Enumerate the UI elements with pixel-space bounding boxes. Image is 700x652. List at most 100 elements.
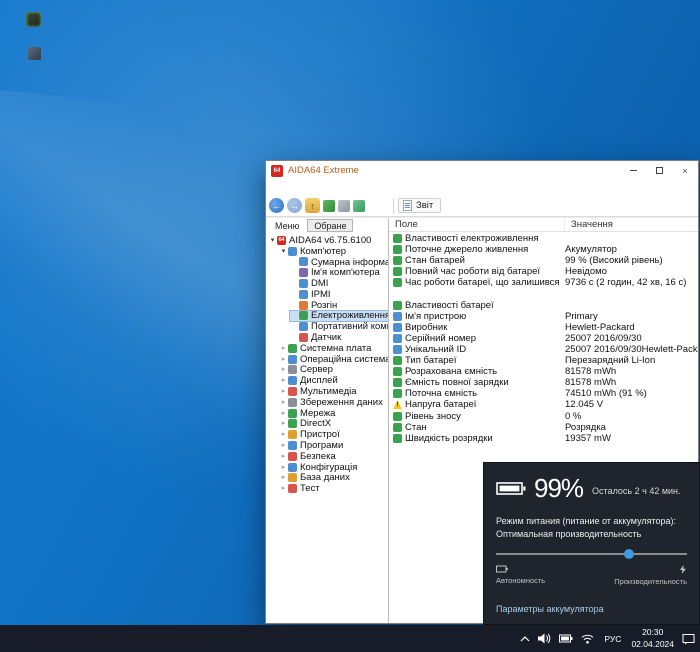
tree-item[interactable]: ▸ Мережа [279, 408, 338, 419]
maximize-button[interactable] [646, 161, 672, 180]
field-label: Властивості батареї [405, 300, 494, 311]
table-row[interactable]: Поточна ємність 74510 mWh (91 %) [389, 388, 698, 399]
tree-item[interactable]: ▾ Комп'ютер [279, 246, 349, 257]
tree-item[interactable]: Датчик [290, 332, 344, 343]
tree-item-label: Системна плата [300, 343, 371, 354]
tree-item[interactable]: ▸ Конфігурація [279, 462, 360, 473]
table-row[interactable]: Стан Розрядка [389, 422, 698, 433]
power-mode-label: Режим питания (питание от аккумулятора): [496, 516, 687, 526]
value-text: 19357 mW [565, 433, 698, 444]
table-row[interactable]: Повний час роботи від батареї Невідомо [389, 266, 698, 277]
value-text: 9736 с (2 годин, 42 хв, 16 с) [565, 277, 698, 288]
table-row[interactable]: Властивості батареї [389, 300, 698, 311]
tree-item[interactable]: ▸ База даних [279, 473, 353, 484]
report-document-icon [403, 200, 412, 211]
network-icon[interactable] [581, 634, 594, 644]
tree-item[interactable]: ▸ DirectX [279, 419, 334, 430]
tree-item[interactable]: ▸ Безпека [279, 451, 339, 462]
slider-track[interactable] [496, 553, 687, 555]
table-row[interactable] [389, 288, 698, 299]
value-text: 0 % [565, 411, 698, 422]
desktop-icon-1[interactable] [26, 12, 41, 27]
tree-item[interactable]: ▸ Системна плата [279, 343, 374, 354]
table-row[interactable]: Тип батареї Перезарядний Li-Ion [389, 355, 698, 366]
tree-item[interactable]: DMI [290, 278, 331, 289]
portable-computer-icon [299, 322, 308, 331]
table-row[interactable]: Ємність повної зарядки 81578 mWh [389, 377, 698, 388]
minimize-button[interactable] [620, 161, 646, 180]
forward-icon[interactable]: → [287, 198, 302, 213]
column-header-value[interactable]: Значення [565, 219, 698, 230]
tree-item-label: Розгін [311, 300, 337, 311]
value-text: 99 % (Високий рівень) [565, 255, 698, 266]
tree-item[interactable]: ▾ AIDA64 v6.75.6100 [268, 235, 374, 246]
tree-item[interactable]: Ім'я комп'ютера [290, 267, 383, 278]
column-header-field[interactable]: Поле [389, 218, 565, 231]
field-label: Стан [405, 422, 427, 433]
tree-item[interactable]: Портативний комп'ютер [290, 321, 388, 332]
table-row[interactable]: Стан батарей 99 % (Високий рівень) [389, 255, 698, 266]
battery-remaining-text: Осталось 2 ч 42 мин. [592, 486, 680, 496]
table-row[interactable]: Поточне джерело живлення Акумулятор [389, 244, 698, 255]
tree-item[interactable]: Електроживлення [290, 311, 388, 322]
language-indicator[interactable]: РУС [602, 634, 623, 644]
tree-item-label: Безпека [300, 451, 336, 462]
desktop-icon-2[interactable] [28, 47, 41, 60]
slider-left-label: Автономность [496, 576, 545, 585]
tree-item[interactable]: ▸ Програми [279, 440, 346, 451]
report-wizard-icon[interactable] [353, 200, 365, 212]
table-row[interactable]: Розрахована ємність 81578 mWh [389, 366, 698, 377]
table-row[interactable]: Швидкість розрядки 19357 mW [389, 433, 698, 444]
field-label: Серійний номер [405, 333, 476, 344]
table-row[interactable]: Унікальний ID 25007 2016/09/30Hewlett-Pa… [389, 344, 698, 355]
value-text: Акумулятор [565, 244, 698, 255]
table-row[interactable]: Виробник Hewlett-Packard [389, 322, 698, 333]
value-text: 81578 mWh [565, 377, 698, 388]
power-icon [299, 311, 308, 320]
aida64-app-icon: 64 [271, 165, 283, 177]
discharge-rate-icon [393, 434, 402, 443]
table-row[interactable]: Рівень зносу 0 % [389, 411, 698, 422]
report-button[interactable]: Звіт [398, 198, 441, 213]
back-icon[interactable]: ← [269, 198, 284, 213]
tree-item-label: Мультимедіа [300, 386, 357, 397]
field-label: Напруга батареї [405, 399, 476, 410]
table-row[interactable]: Ім'я пристрою Primary [389, 311, 698, 322]
battery-settings-link[interactable]: Параметры аккумулятора [496, 604, 687, 614]
tab-menu[interactable]: Меню [270, 221, 304, 231]
volume-icon[interactable] [538, 633, 551, 644]
up-icon[interactable]: ↑ [305, 198, 320, 213]
slider-thumb[interactable] [624, 549, 634, 559]
table-row[interactable]: Властивості електроживлення [389, 233, 698, 244]
table-row[interactable]: Час роботи батареї, що залишився 9736 с … [389, 277, 698, 288]
tree-item[interactable]: ▸ Мультимедіа [279, 386, 360, 397]
refresh-icon[interactable] [323, 200, 335, 212]
value-text: 81578 mWh [565, 366, 698, 377]
tab-favorites[interactable]: Обране [307, 219, 353, 232]
tree-item-label: DMI [311, 278, 328, 289]
warning-icon [393, 400, 402, 409]
sensor-icon [299, 333, 308, 342]
tray-battery-icon[interactable] [559, 634, 573, 643]
close-button[interactable]: × [672, 161, 698, 180]
battery-percent: 99% [534, 473, 583, 504]
tree-item[interactable]: ▸ Дисплей [279, 375, 341, 386]
table-row[interactable]: Серійний номер 25007 2016/09/30 [389, 333, 698, 344]
battery-full-time-icon [393, 267, 402, 276]
tree-item[interactable]: ▸ Операційна система [279, 354, 388, 365]
tree-item[interactable]: IPMI [290, 289, 334, 300]
tree-item[interactable]: Розгін [290, 300, 340, 311]
clock[interactable]: 20:30 02.04.2024 [631, 627, 674, 649]
power-slider[interactable] [496, 548, 687, 560]
action-center-icon[interactable] [682, 633, 695, 645]
slider-right-label: Производительность [614, 577, 687, 586]
table-row[interactable]: Напруга батареї 12.045 V [389, 399, 698, 410]
tree-item[interactable]: ▸ Пристрої [279, 429, 343, 440]
show-hidden-icons-chevron[interactable] [520, 636, 530, 642]
row-icon [393, 290, 402, 299]
tree-item[interactable]: ▸ Сервер [279, 365, 336, 376]
tree-item[interactable]: Сумарна інформація [290, 257, 388, 268]
tree-item[interactable]: ▸ Тест [279, 483, 323, 494]
preferences-icon[interactable] [338, 200, 350, 212]
tree-item[interactable]: ▸ Збереження даних [279, 397, 386, 408]
